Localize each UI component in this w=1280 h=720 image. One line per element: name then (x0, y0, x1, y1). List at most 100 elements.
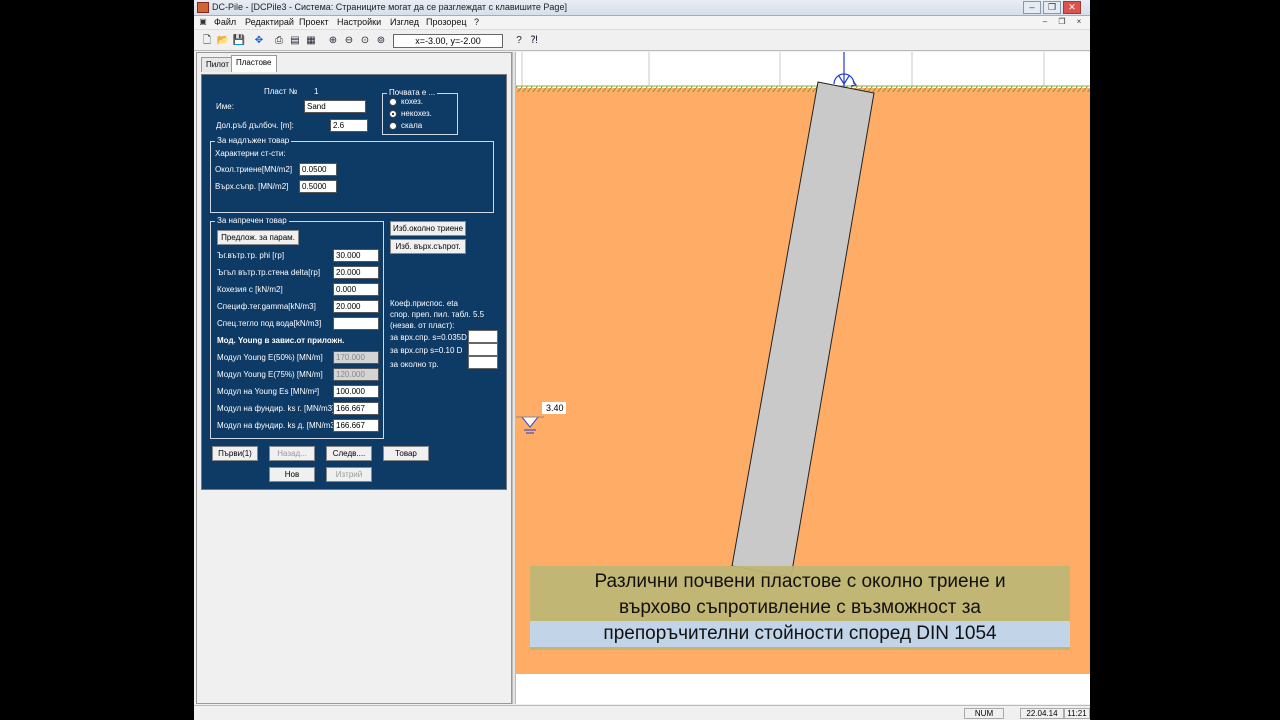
young-e75-input: 120.000 (333, 368, 379, 381)
app-icon (197, 2, 209, 13)
pile-head-axis-icon (833, 52, 858, 88)
document-menu-icon[interactable]: ▣ (197, 17, 209, 29)
print-preview-icon[interactable]: ▤ (288, 34, 302, 48)
menu-window[interactable]: Прозорец (426, 17, 467, 27)
radio-noncohesive-label: некохез. (401, 109, 432, 118)
layer-name-label: Име: (216, 102, 234, 111)
restore-button[interactable]: ❒ (1043, 1, 1061, 14)
gamma-input[interactable]: 20.000 (333, 300, 379, 313)
status-date: 22.04.14 (1020, 708, 1064, 719)
choose-tip-resistance-button[interactable]: Изб. върх.съпрот. (390, 239, 466, 254)
menu-project[interactable]: Проект (299, 17, 329, 27)
coordinate-readout: x=-3.00, y=-2.00 (393, 34, 503, 48)
status-bar: NUM 22.04.14 11:21 (194, 705, 1090, 720)
application-window: DC-Pile - [DCPile3 - Система: Страниците… (194, 0, 1090, 720)
gamma-underwater-input[interactable] (333, 317, 379, 330)
context-help-icon[interactable]: ⁈ (527, 34, 541, 48)
doc-restore-icon[interactable]: ❐ (1056, 17, 1068, 29)
window-title: DC-Pile - [DCPile3 - Система: Страниците… (212, 2, 567, 12)
menu-view[interactable]: Изглед (390, 17, 419, 27)
suggest-params-button[interactable]: Предлож. за парам. (217, 230, 299, 245)
new-button[interactable]: Нов (269, 467, 315, 482)
layers-panel: Пласт № 1 Име: Sand Дол.ръб дълбоч. [m]:… (201, 74, 507, 490)
tab-pile[interactable]: Пилот (201, 57, 234, 72)
print-icon[interactable]: ⎙ (272, 34, 286, 48)
gamma-label: Специф.тег.gamma[kN/m3] (217, 302, 316, 311)
zoom-all-icon[interactable]: ⊚ (374, 34, 388, 48)
subtitle-line-3: препоръчителни стойности според DIN 1054 (530, 621, 1070, 647)
grid-lines (516, 52, 1090, 87)
menu-settings[interactable]: Настройки (337, 17, 381, 27)
radio-cohesive[interactable] (389, 98, 397, 106)
view-icon[interactable]: ✥ (252, 34, 266, 48)
eta-tip-010-input[interactable] (468, 343, 498, 356)
tip-resistance-label: Върх.съпр. [MN/m2] (215, 182, 289, 191)
layer-name-input[interactable]: Sand (304, 100, 366, 113)
ks-bottom-label: Модул на фундир. ks д. [MN/m3] (217, 421, 337, 430)
menu-help[interactable]: ? (474, 17, 479, 27)
depth-label: Дол.ръб дълбоч. [m]: (216, 121, 294, 130)
radio-rock-label: скала (401, 121, 423, 130)
load-button[interactable]: Товар (383, 446, 429, 461)
menu-file[interactable]: Файл (214, 17, 236, 27)
toolbar: 🗋 📂 💾 ✥ ⎙ ▤ ▦ ⊕ ⊖ ⊙ ⊚ x=-3.00, y=-2.00 ?… (194, 31, 1090, 51)
eta-line-3: (незав. от пласт): (390, 321, 455, 330)
radio-rock[interactable] (389, 122, 397, 130)
zoom-out-icon[interactable]: ⊖ (342, 34, 356, 48)
export-icon[interactable]: ▦ (304, 34, 318, 48)
axial-load-group: За надлъжен товар Характерни ст-сти: Око… (210, 136, 494, 213)
ground-surface (516, 86, 1090, 92)
skin-friction-input[interactable]: 0.0500 (299, 163, 337, 176)
choose-skin-friction-button[interactable]: Изб.околно триене (390, 221, 466, 236)
first-button[interactable]: Първи(1) (212, 446, 258, 461)
doc-close-icon[interactable]: × (1073, 17, 1085, 29)
eta-tip-010-label: за врх.спр s=0.10 D (390, 346, 463, 355)
zoom-window-icon[interactable]: ⊙ (358, 34, 372, 48)
phi-input[interactable]: 30.000 (333, 249, 379, 262)
characteristic-values-label: Характерни ст-сти: (215, 149, 286, 158)
cohesion-input[interactable]: 0.000 (333, 283, 379, 296)
tab-layers[interactable]: Пластове (231, 55, 277, 72)
transverse-load-title: За напречен товар (215, 216, 289, 225)
minimize-button[interactable]: – (1023, 1, 1041, 14)
zoom-in-icon[interactable]: ⊕ (326, 34, 340, 48)
menu-edit[interactable]: Редактирай (245, 17, 294, 27)
ks-bottom-input[interactable]: 166.667 (333, 419, 379, 432)
soil-type-group: Почвата е ... кохез. некохез. скала (382, 88, 458, 135)
help-icon[interactable]: ? (512, 34, 526, 48)
eta-line-1: Коеф.приспос. eta (390, 299, 458, 308)
radio-noncohesive[interactable] (389, 110, 397, 118)
young-e50-input: 170.000 (333, 351, 379, 364)
phi-label: Ъг.вътр.тр. phi [гр] (217, 251, 285, 260)
layer-number-value: 1 (314, 87, 319, 96)
input-pane: Пилот Пластове Пласт № 1 Име: Sand Дол.р… (196, 52, 512, 704)
subtitle-line-2: върхово съпротивление с възможност за (618, 597, 981, 618)
axial-load-title: За надлъжен товар (215, 136, 292, 145)
tip-resistance-input[interactable]: 0.5000 (299, 180, 337, 193)
water-level-label: 3.40 (546, 403, 564, 413)
eta-tip-035-label: за врх.спр. s=0.035D (390, 333, 467, 342)
delta-input[interactable]: 20.000 (333, 266, 379, 279)
eta-skin-input[interactable] (468, 356, 498, 369)
young-es-input[interactable]: 100.000 (333, 385, 379, 398)
eta-line-2: спор. преп. пил. табл. 5.5 (390, 310, 485, 319)
radio-cohesive-label: кохез. (401, 97, 424, 106)
new-icon[interactable]: 🗋 (200, 34, 214, 48)
ks-top-label: Модул на фундир. ks г. [MN/m3] (217, 404, 335, 413)
next-button[interactable]: Следв.... (326, 446, 372, 461)
young-es-label: Модул на Young Es [MN/m²] (217, 387, 320, 396)
doc-minimize-icon[interactable]: – (1039, 17, 1051, 29)
depth-input[interactable]: 2.6 (330, 119, 368, 132)
skin-friction-label: Окол.триене[MN/m2] (215, 165, 293, 174)
open-icon[interactable]: 📂 (216, 34, 230, 48)
young-e50-label: Модул Young E(50%) [MN/m] (217, 353, 323, 362)
ks-top-input[interactable]: 166.667 (333, 402, 379, 415)
layer-number-label: Пласт № (264, 87, 298, 96)
title-bar: DC-Pile - [DCPile3 - Система: Страниците… (194, 0, 1090, 16)
close-button[interactable]: ✕ (1063, 1, 1081, 14)
soil-type-title: Почвата е ... (387, 88, 438, 97)
save-icon[interactable]: 💾 (232, 34, 246, 48)
cohesion-label: Кохезия c [kN/m2] (217, 285, 283, 294)
young-modulus-dependent-label: Мод. Young в завис.от приложн. (217, 336, 345, 345)
eta-tip-035-input[interactable] (468, 330, 498, 343)
